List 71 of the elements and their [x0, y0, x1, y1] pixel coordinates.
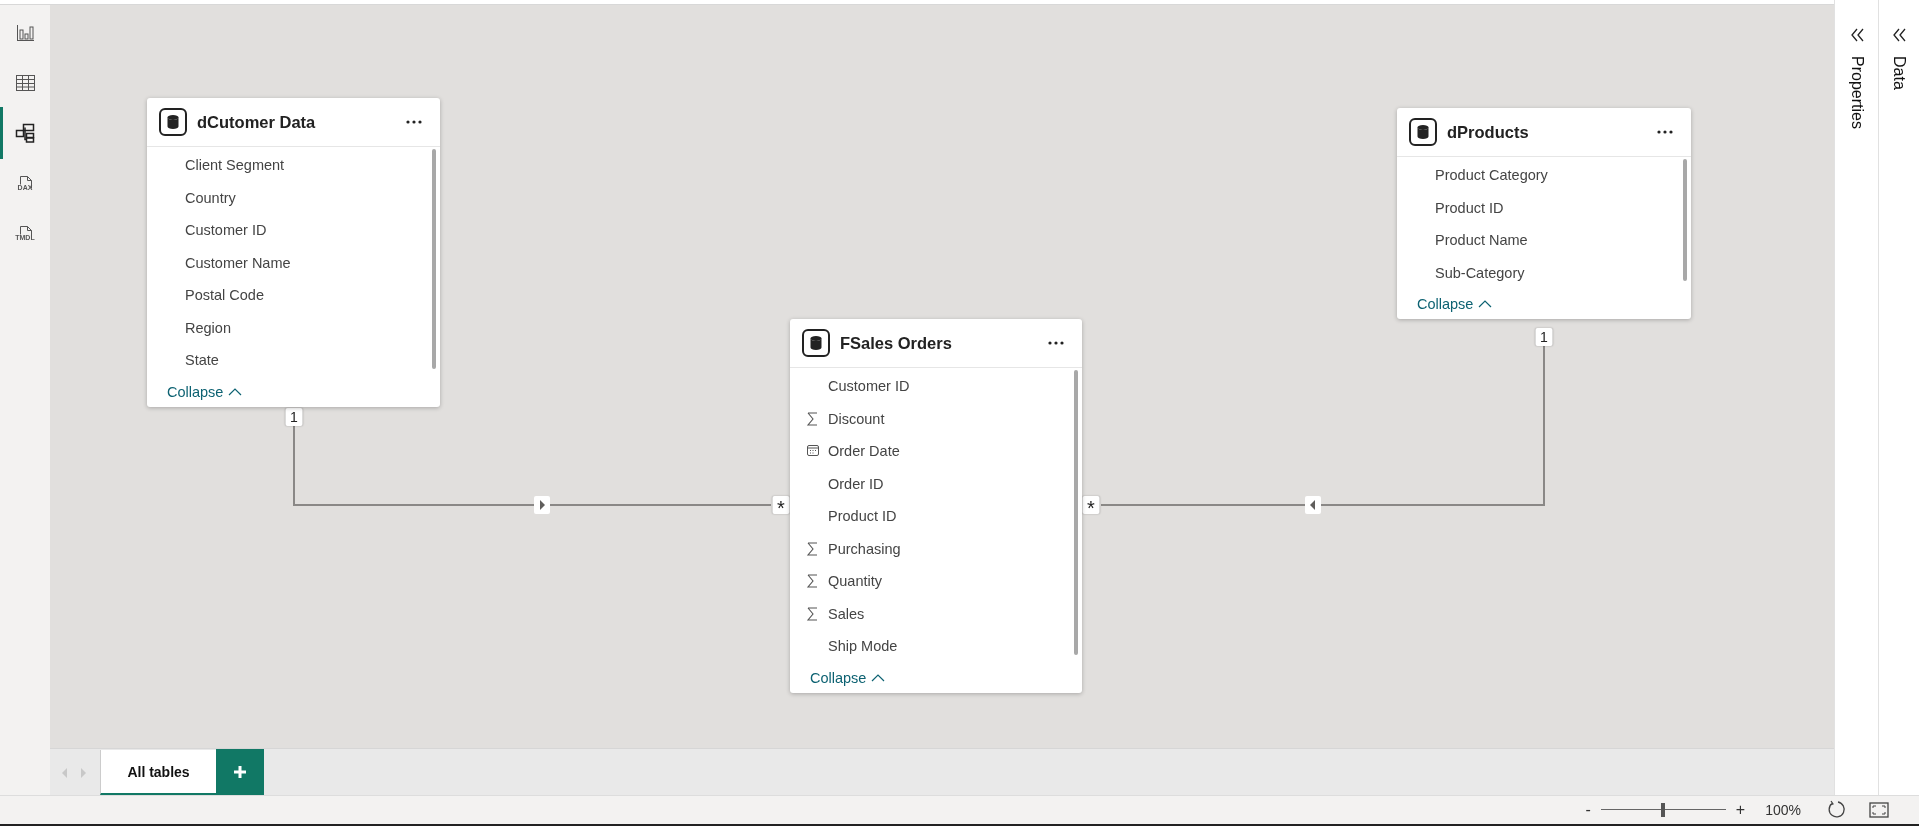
more-icon: [1657, 130, 1673, 134]
sigma-icon: [806, 573, 820, 590]
field-name[interactable]: Product ID: [828, 508, 897, 525]
field-name[interactable]: Product ID: [1435, 199, 1504, 216]
bar-chart-icon: [14, 23, 36, 43]
previous-icon: [60, 767, 68, 779]
field-name[interactable]: Product Name: [1435, 232, 1528, 249]
collapse-button[interactable]: Collapse: [167, 376, 243, 407]
slider-thumb[interactable]: [1661, 803, 1666, 817]
model-diagram-icon: [14, 123, 36, 143]
database-icon: [1409, 118, 1437, 146]
scrollbar-thumb[interactable]: [432, 149, 436, 369]
more-icon: [406, 120, 422, 124]
field-name[interactable]: Customer ID: [185, 222, 267, 239]
field-name[interactable]: State: [185, 352, 219, 369]
zoom-level: 100%: [1765, 802, 1801, 818]
table-name: dProducts: [1447, 122, 1530, 142]
cardinality-label: 1: [1535, 328, 1553, 346]
cardinality-label: *: [772, 496, 790, 514]
table-card[interactable]: dCutomer Data Client Segment Country Customer ID Customer Name Postal Code Region State Collapse: [147, 98, 440, 407]
more-icon: [1048, 341, 1064, 345]
table-card[interactable]: FSales Orders Customer ID Discount Order Date Order ID Product ID Purchasing Quantity Sales Ship Mode Collapse: [790, 319, 1082, 693]
double-chevron-left-icon: [1849, 28, 1864, 42]
plus-icon: [233, 765, 247, 779]
chevron-up-icon: [228, 387, 243, 396]
sigma-icon: [806, 410, 820, 427]
chevron-up-icon: [1478, 300, 1493, 308]
sigma-icon: [806, 605, 820, 622]
scrollbar-thumb[interactable]: [1074, 370, 1078, 655]
table-name: dCutomer Data: [197, 112, 317, 132]
field-name[interactable]: Order ID: [828, 475, 884, 492]
field-name[interactable]: Discount: [828, 410, 885, 427]
field-name[interactable]: Order Date: [828, 443, 900, 460]
zoom-slider[interactable]: [1600, 803, 1726, 817]
table-name: FSales Orders: [840, 333, 953, 353]
relationship-line[interactable]: [293, 425, 772, 514]
field-name[interactable]: Customer ID: [828, 378, 910, 395]
field-name[interactable]: Sub-Category: [1435, 264, 1525, 281]
pane-title[interactable]: Data: [1890, 56, 1908, 90]
zoom-in-button[interactable]: +: [1735, 801, 1746, 819]
cardinality-label: *: [1082, 496, 1100, 514]
fit-screen-icon: [1869, 802, 1889, 818]
field-name[interactable]: Ship Mode: [828, 638, 898, 655]
sigma-icon: [806, 540, 820, 557]
field-name[interactable]: Purchasing: [828, 540, 901, 557]
pane-title[interactable]: Properties: [1847, 56, 1866, 129]
cardinality-label: 1: [285, 408, 303, 426]
field-name[interactable]: Country: [185, 189, 236, 206]
database-icon: [802, 329, 830, 357]
table-card[interactable]: dProducts Product Category Product ID Product Name Sub-Category Collapse: [1397, 108, 1691, 319]
field-name[interactable]: Client Segment: [185, 157, 285, 174]
zoom-out-button[interactable]: -: [1585, 801, 1591, 819]
scrollbar-thumb[interactable]: [1683, 159, 1687, 281]
add-layout-button[interactable]: [216, 749, 264, 795]
chevron-up-icon: [871, 673, 886, 682]
field-name[interactable]: Region: [185, 319, 231, 336]
table-grid-icon: [14, 73, 36, 93]
double-chevron-left-icon: [1892, 28, 1906, 42]
field-name[interactable]: Quantity: [828, 573, 882, 590]
field-name[interactable]: Postal Code: [185, 287, 264, 304]
fit-to-screen-button[interactable]: [1869, 802, 1889, 818]
layout-tab[interactable]: All tables: [100, 750, 216, 795]
field-name[interactable]: Product Category: [1435, 167, 1548, 184]
collapse-button[interactable]: Collapse: [810, 662, 886, 693]
next-icon: [80, 767, 88, 779]
field-name[interactable]: Customer Name: [185, 254, 291, 271]
field-name[interactable]: Sales: [828, 605, 865, 622]
database-icon: [159, 108, 187, 136]
expand-pane-button[interactable]: [1849, 28, 1864, 42]
expand-pane-button[interactable]: [1892, 28, 1906, 42]
collapse-button[interactable]: Collapse: [1417, 289, 1493, 319]
